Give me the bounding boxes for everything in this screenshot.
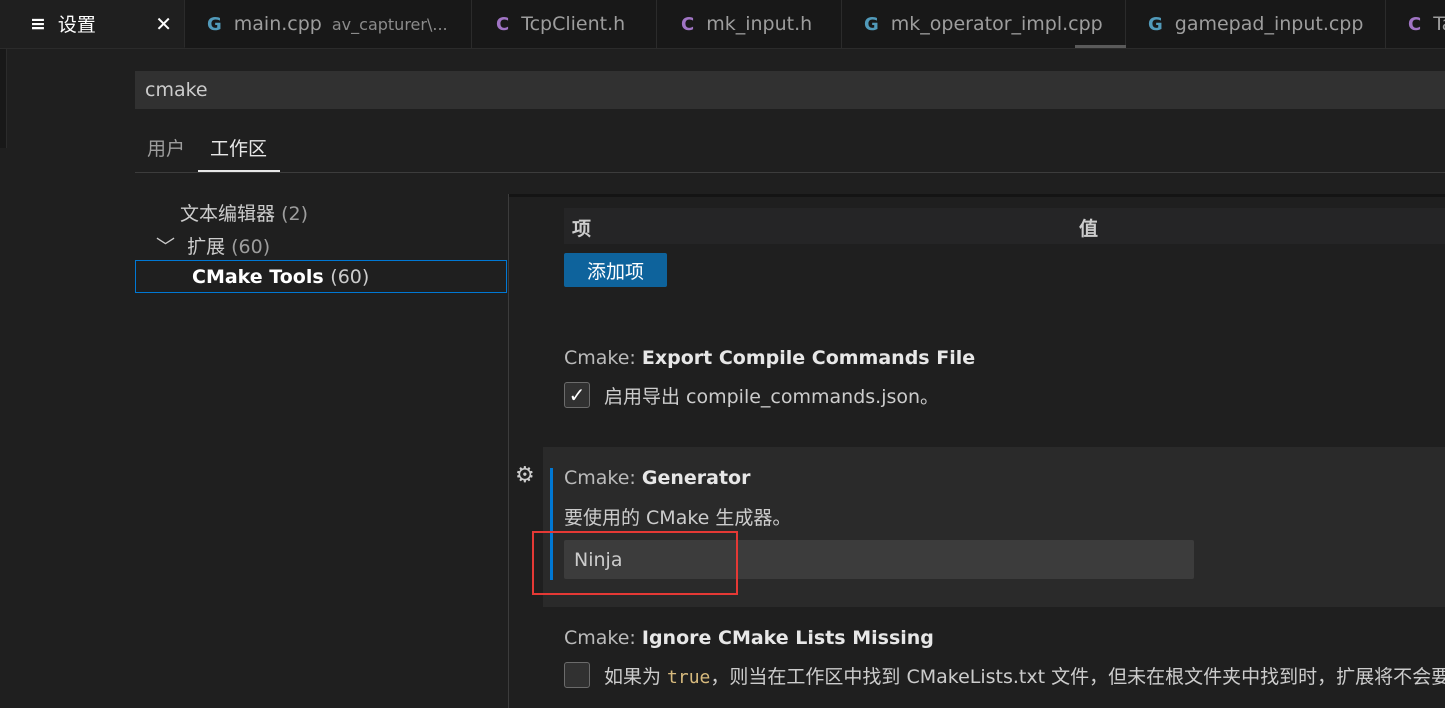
tab-label: gamepad_input.cpp — [1174, 13, 1364, 35]
desc-prefix: 如果为 — [604, 666, 668, 688]
tab-workspace-scope[interactable]: 工作区 — [210, 134, 267, 172]
add-item-button[interactable]: 添加项 — [564, 253, 667, 287]
settings-search-input[interactable]: cmake — [135, 71, 1445, 109]
toc-sash[interactable] — [508, 194, 509, 708]
toc-count: (2) — [281, 203, 308, 225]
gear-icon[interactable]: ⚙ — [515, 463, 535, 488]
settings-list-icon: ≡ — [30, 12, 46, 35]
tab-ta[interactable]: C Ta — [1386, 0, 1445, 48]
setting-name: Generator — [641, 467, 751, 489]
cpp-file-icon: G — [864, 13, 879, 35]
setting-title-generator: Cmake: Generator — [564, 467, 750, 489]
toc-extensions[interactable]: ﹀ 扩展 (60) — [156, 232, 270, 259]
tab-user-scope[interactable]: 用户 — [147, 134, 185, 172]
toc-label-wrapper: CMake Tools (60) — [192, 266, 369, 288]
toc-label: CMake Tools — [192, 266, 324, 288]
setting-title-export: Cmake: Export Compile Commands File — [564, 347, 975, 369]
tab-description: av_capturer\... — [331, 14, 448, 34]
toc-label: 文本编辑器 — [180, 203, 276, 225]
tab-label: 设置 — [57, 14, 96, 36]
setting-category: Cmake: — [564, 627, 642, 649]
chevron-down-icon[interactable]: ﹀ — [156, 232, 175, 259]
search-value: cmake — [145, 79, 208, 101]
ignore-cmake-lists-checkbox[interactable] — [564, 662, 590, 688]
cpp-file-icon: G — [1148, 13, 1163, 35]
scroll-shadow — [509, 194, 1445, 197]
checkmark-icon: ✓ — [568, 383, 586, 407]
tab-gamepad-input-cpp[interactable]: G gamepad_input.cpp — [1126, 0, 1386, 48]
tab-label: Ta — [1433, 13, 1445, 35]
setting-category: Cmake: — [564, 467, 642, 489]
setting-description-export: 启用导出 compile_commands.json。 — [604, 386, 940, 408]
desc-suffix: ，则当在工作区中找到 CMakeLists.txt 文件，但未在根文件夹中找到时… — [710, 666, 1445, 688]
close-icon[interactable]: ✕ — [155, 12, 172, 36]
tab-mk-input-h[interactable]: C mk_input.h — [657, 0, 842, 48]
export-compile-commands-checkbox[interactable]: ✓ — [564, 382, 590, 408]
toc-label: 扩展 — [187, 236, 226, 258]
tab-label: mk_operator_impl.cpp — [890, 13, 1103, 35]
tab-main-cpp[interactable]: G main.cpp av_capturer\... — [185, 0, 472, 48]
tab-label: TcpClient.h — [521, 13, 626, 35]
setting-description-generator: 要使用的 CMake 生成器。 — [564, 507, 792, 529]
tab-settings[interactable]: ≡ 设置 ✕ — [0, 0, 185, 48]
object-table-header: 项 值 — [564, 208, 1445, 244]
toc-cmake-tools[interactable]: CMake Tools (60) — [135, 260, 507, 293]
setting-category: Cmake: — [564, 347, 642, 369]
tab-label: main.cpp — [233, 13, 322, 35]
c-header-icon: C — [496, 13, 510, 35]
tab-tcpclient-h[interactable]: C TcpClient.h — [472, 0, 657, 48]
setting-title-ignore: Cmake: Ignore CMake Lists Missing — [564, 627, 934, 649]
tab-scrollbar[interactable] — [1075, 45, 1126, 48]
tab-label: mk_input.h — [706, 13, 813, 35]
toc-count: (60) — [231, 236, 271, 258]
scope-divider — [135, 172, 1445, 173]
column-item: 项 — [572, 218, 592, 240]
activity-strip — [0, 48, 7, 148]
setting-description-ignore: 如果为 true，则当在工作区中找到 CMakeLists.txt 文件，但未在… — [604, 662, 1445, 689]
code-true: true — [667, 667, 711, 688]
tab-mk-operator-impl-cpp[interactable]: G mk_operator_impl.cpp — [842, 0, 1126, 48]
toc-count: (60) — [330, 266, 370, 288]
annotation-highlight — [532, 531, 738, 595]
c-header-icon: C — [1408, 13, 1422, 35]
cpp-file-icon: G — [207, 13, 222, 35]
setting-name: Export Compile Commands File — [641, 347, 976, 369]
setting-name: Ignore CMake Lists Missing — [641, 627, 934, 649]
column-value: 值 — [1079, 218, 1099, 240]
c-header-icon: C — [681, 13, 695, 35]
toc-text-editor[interactable]: 文本编辑器 (2) — [180, 199, 308, 226]
tab-bar: ≡ 设置 ✕ G main.cpp av_capturer\... C TcpC… — [0, 0, 1445, 49]
